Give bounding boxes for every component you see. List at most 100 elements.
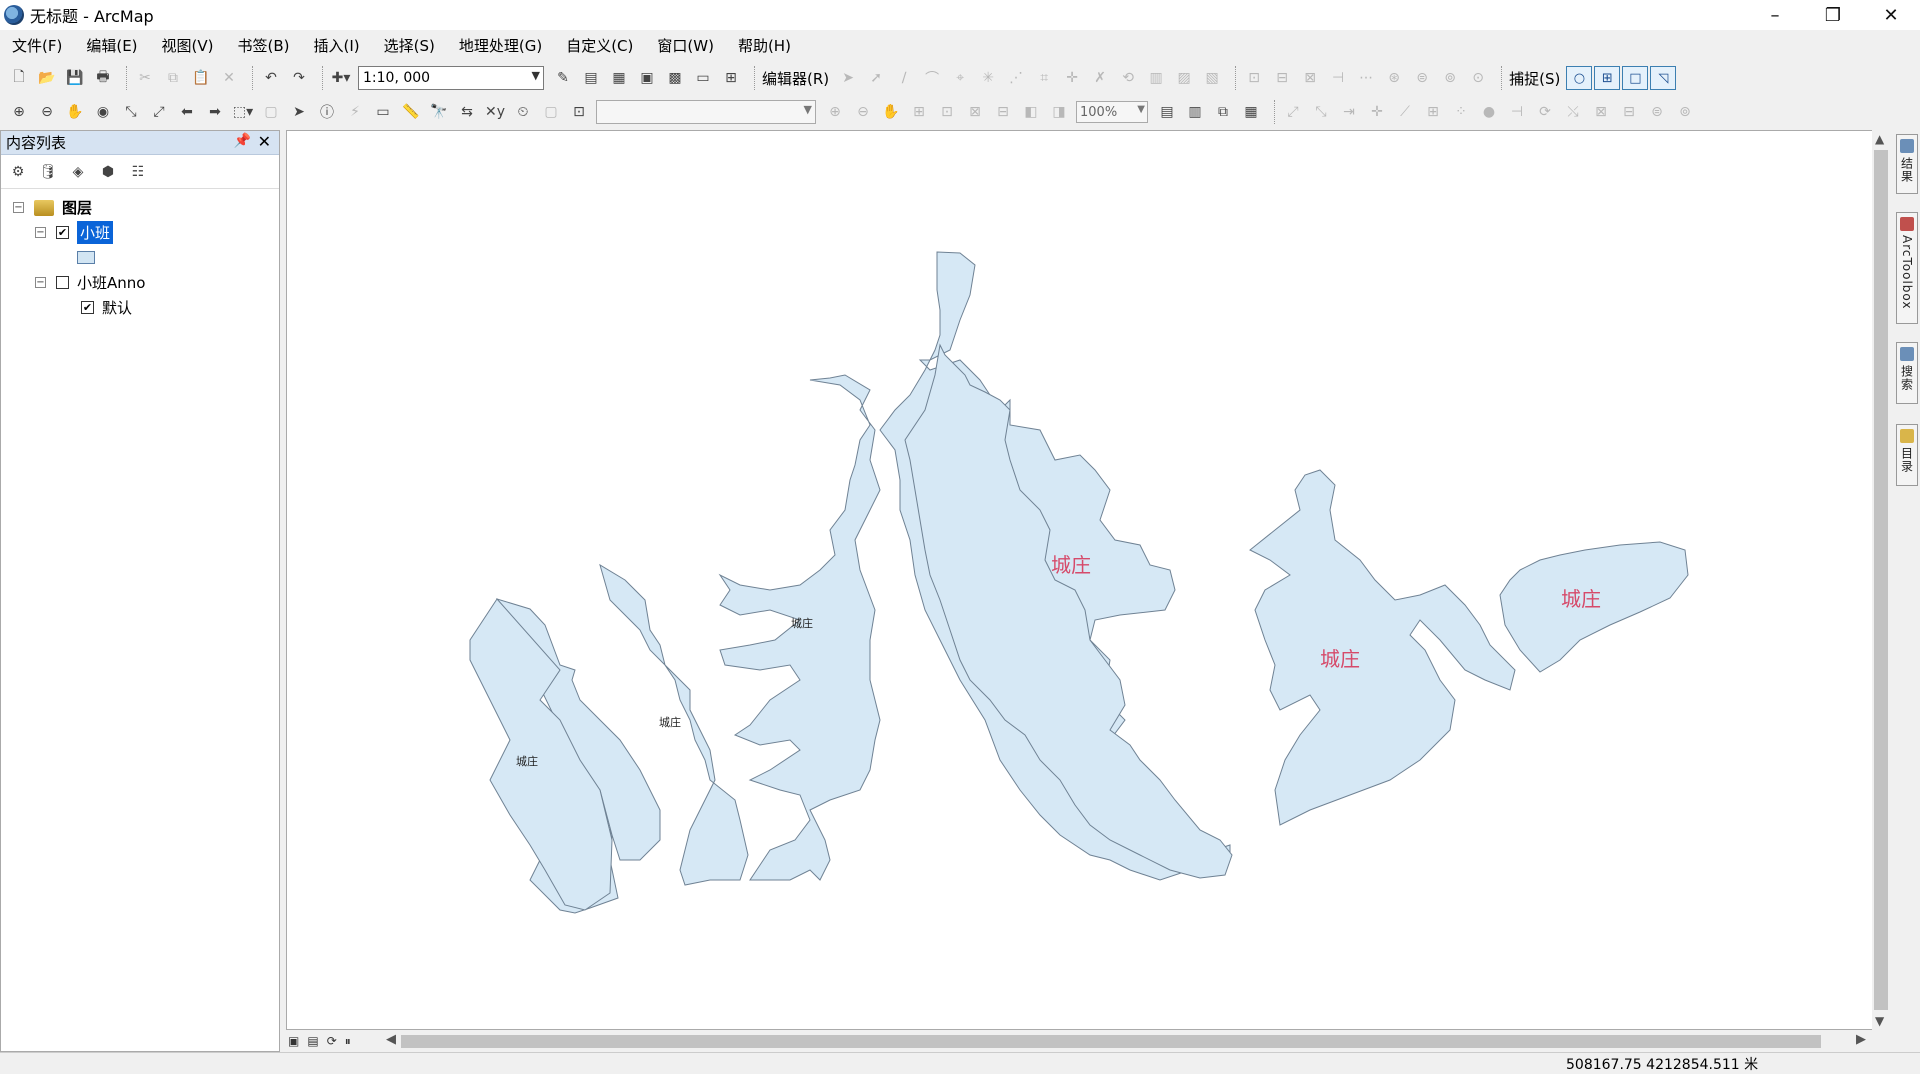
horizontal-scroll-thumb[interactable] <box>401 1035 1821 1048</box>
focus-data-frame-icon[interactable]: ▥ <box>1184 101 1206 123</box>
menu-edit[interactable]: 编辑(E) <box>82 33 141 58</box>
table-of-contents-icon[interactable]: ▤ <box>580 67 602 89</box>
paste-icon[interactable]: 📋 <box>190 67 212 89</box>
edit-tool-icon[interactable]: ➤ <box>837 67 859 89</box>
tree-layer-annotation[interactable]: − 小班Anno <box>1 270 279 295</box>
arctoolbox-icon[interactable]: ▩ <box>664 67 686 89</box>
menu-file[interactable]: 文件(F) <box>8 33 66 58</box>
list-by-visibility-icon[interactable]: ◈ <box>67 161 89 183</box>
menu-windows[interactable]: 窗口(W) <box>653 33 718 58</box>
collapse-icon[interactable]: − <box>13 202 24 213</box>
go-to-xy-icon[interactable]: ✕y <box>484 101 506 123</box>
straight-segment-icon[interactable]: ∕ <box>893 67 915 89</box>
dock-tab-catalog[interactable]: 目录 <box>1896 424 1918 486</box>
menu-insert[interactable]: 插入(I) <box>310 33 364 58</box>
endpoint-arc-icon[interactable]: ⌒ <box>921 67 943 89</box>
edge-snapping-icon[interactable]: ◹ <box>1650 66 1677 90</box>
sphere-icon[interactable]: ● <box>1478 101 1500 123</box>
dock-tab-results[interactable]: 结果 <box>1896 134 1918 194</box>
forward-arrow-icon[interactable]: ➡ <box>204 101 226 123</box>
options-icon[interactable]: ☷ <box>127 161 149 183</box>
search-window-icon[interactable]: ▣ <box>636 67 658 89</box>
layout-zoom-in-icon[interactable]: ⊕ <box>824 101 846 123</box>
fix-topology-icon[interactable]: ⊚ <box>1439 67 1461 89</box>
scroll-up-icon[interactable]: ▲ <box>1875 132 1884 146</box>
layout-view-icon[interactable]: ▤ <box>307 1034 318 1048</box>
delete-icon[interactable]: ✕ <box>218 67 240 89</box>
end-snapping-icon[interactable]: ⊞ <box>1594 66 1621 90</box>
menu-geoprocessing[interactable]: 地理处理(G) <box>455 33 546 58</box>
layout-zoom-percent[interactable]: 100% ▼ <box>1076 101 1148 123</box>
polygon-features[interactable] <box>469 251 1689 914</box>
layer-visibility-checkbox[interactable]: ✔ <box>56 226 69 239</box>
zoom-out-icon[interactable]: ⊖ <box>36 101 58 123</box>
edit-vertices-icon[interactable]: ⋰ <box>1005 67 1027 89</box>
go-back-extent-icon[interactable]: ◧ <box>1020 101 1042 123</box>
transform-icon[interactable]: ⟳ <box>1534 101 1556 123</box>
catalog-window-icon[interactable]: ▦ <box>608 67 630 89</box>
data-driven-pages-icon[interactable]: ▦ <box>1240 101 1262 123</box>
fixed-zoom-out-icon[interactable]: ⤢ <box>148 101 170 123</box>
close-icon[interactable]: ✕ <box>258 132 271 151</box>
layer-dropdown[interactable]: ▼ <box>596 100 816 124</box>
menu-customize[interactable]: 自定义(C) <box>562 33 637 58</box>
annotation-class-label[interactable]: 默认 <box>102 297 132 318</box>
find-route-icon[interactable]: ⇆ <box>456 101 478 123</box>
layer-name-label[interactable]: 小班Anno <box>77 272 145 293</box>
georef-rotate-icon[interactable]: ⤡ <box>1310 101 1332 123</box>
back-arrow-icon[interactable]: ⬅ <box>176 101 198 123</box>
georef-fit-icon[interactable]: ⤢ <box>1282 101 1304 123</box>
split-icon[interactable]: ✗ <box>1089 67 1111 89</box>
close-button[interactable]: ✕ <box>1862 0 1920 30</box>
georef-shift-icon[interactable]: ⇥ <box>1338 101 1360 123</box>
annotation-class-checkbox[interactable]: ✔ <box>81 301 94 314</box>
html-popup-icon[interactable]: ▭ <box>372 101 394 123</box>
change-layout-icon[interactable]: ⧉ <box>1212 101 1234 123</box>
model-builder-icon[interactable]: ⊞ <box>720 67 742 89</box>
hyperlink-icon[interactable]: ⚡ <box>344 101 366 123</box>
refresh-icon[interactable]: ⟳ <box>327 1034 337 1048</box>
restore-button[interactable]: ❐ <box>1804 0 1862 30</box>
georef-link-icon[interactable]: ⟋ <box>1394 101 1416 123</box>
tree-root-layers[interactable]: − 图层 <box>1 195 279 220</box>
dock-tab-search[interactable]: 搜索 <box>1896 342 1918 404</box>
select-features-icon[interactable]: ⬚▾ <box>232 101 254 123</box>
copy-icon[interactable]: ⧉ <box>162 67 184 89</box>
list-by-drawing-order-icon[interactable]: ⚙ <box>7 161 29 183</box>
map-polygon[interactable] <box>1249 469 1516 826</box>
vertical-scroll-thumb[interactable] <box>1874 150 1888 1010</box>
cut-polygons-icon[interactable]: ✛ <box>1061 67 1083 89</box>
menu-selection[interactable]: 选择(S) <box>380 33 439 58</box>
layer-visibility-checkbox[interactable] <box>56 276 69 289</box>
zoom-whole-page-icon[interactable]: ⊞ <box>908 101 930 123</box>
layout-pan-icon[interactable]: ✋ <box>880 101 902 123</box>
print-icon[interactable]: 🖶 <box>92 67 114 89</box>
trace-icon[interactable]: ⌖ <box>949 67 971 89</box>
reshape-icon[interactable]: ⌗ <box>1033 67 1055 89</box>
spatial-adjust-icon[interactable]: ⤯ <box>1562 101 1584 123</box>
select-elements-icon[interactable]: ➤ <box>288 101 310 123</box>
layout-zoom-out-icon[interactable]: ⊖ <box>852 101 874 123</box>
georef-table-icon[interactable]: ⊞ <box>1422 101 1444 123</box>
create-viewer-window-icon[interactable]: ▢ <box>540 101 562 123</box>
time-slider-icon[interactable]: ⏲ <box>512 101 534 123</box>
collapse-icon[interactable]: − <box>35 227 46 238</box>
measure-icon[interactable]: 📏 <box>400 101 422 123</box>
georef-scale-icon[interactable]: ✛ <box>1366 101 1388 123</box>
vertex-snapping-icon[interactable]: □ <box>1622 66 1649 90</box>
map-vertical-scrollbar[interactable]: ▲ ▼ <box>1872 130 1890 1030</box>
map-topology-icon[interactable]: ⊙ <box>1467 67 1489 89</box>
list-by-source-icon[interactable]: 🛢 <box>37 161 59 183</box>
align-edge-icon[interactable]: ⊣ <box>1327 67 1349 89</box>
zoom-in-icon[interactable]: ⊕ <box>8 101 30 123</box>
topology-icon[interactable]: ⊡ <box>1243 67 1265 89</box>
adjust-icon[interactable]: ⊣ <box>1506 101 1528 123</box>
list-by-selection-icon[interactable]: ⬢ <box>97 161 119 183</box>
menu-view[interactable]: 视图(V) <box>158 33 218 58</box>
clear-selection-icon[interactable]: ▢ <box>260 101 282 123</box>
dock-tab-arctoolbox[interactable]: ArcToolbox <box>1896 212 1918 324</box>
error-inspector-icon[interactable]: ⊜ <box>1411 67 1433 89</box>
generalize-icon[interactable]: ⋯ <box>1355 67 1377 89</box>
layer-symbol-row[interactable] <box>1 245 279 270</box>
edge-match-icon[interactable]: ⊟ <box>1618 101 1640 123</box>
